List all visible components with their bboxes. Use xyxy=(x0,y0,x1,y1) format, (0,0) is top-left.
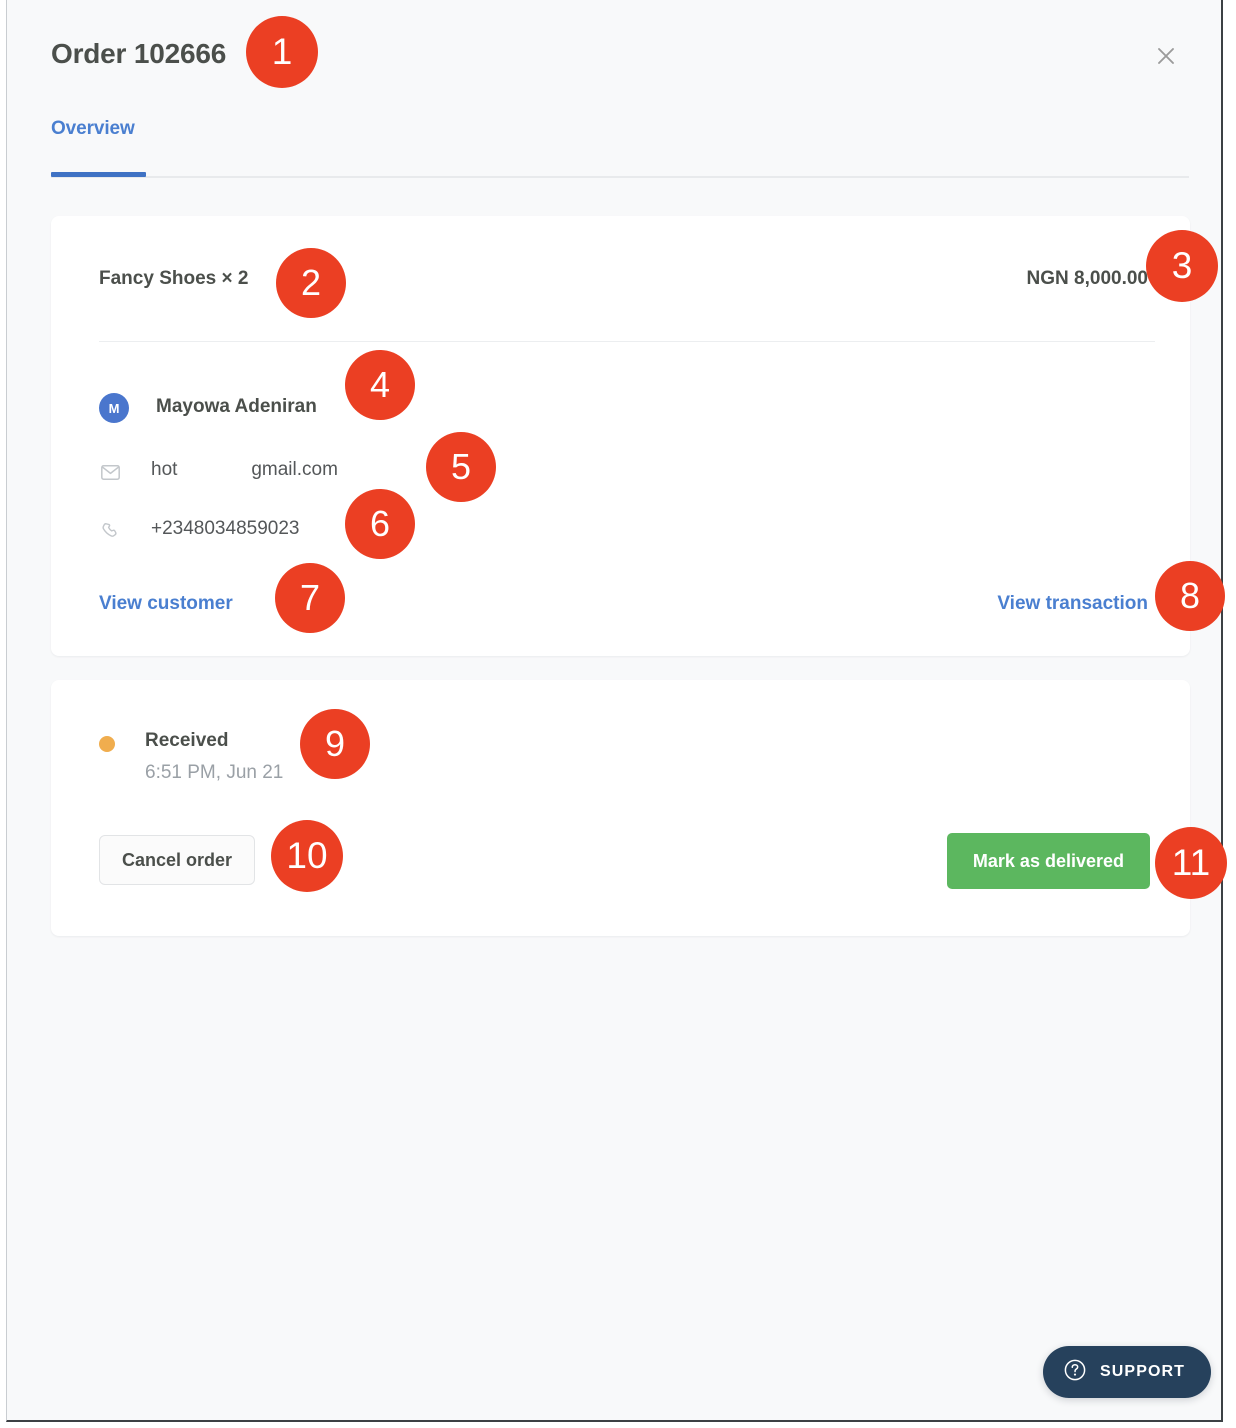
status-timestamp: 6:51 PM, Jun 21 xyxy=(145,762,284,783)
order-summary-card: Fancy Shoes × 2 NGN 8,000.00 M Mayowa Ad… xyxy=(51,216,1190,656)
phone-icon xyxy=(99,520,121,542)
order-status-card: Received 6:51 PM, Jun 21 Cancel order Ma… xyxy=(51,680,1190,936)
view-customer-link[interactable]: View customer xyxy=(99,593,233,615)
support-button[interactable]: SUPPORT xyxy=(1043,1346,1212,1398)
close-icon[interactable] xyxy=(1146,36,1186,76)
customer-phone: +2348034859023 xyxy=(151,518,300,539)
cancel-order-button[interactable]: Cancel order xyxy=(99,835,256,885)
support-label: SUPPORT xyxy=(1100,1363,1186,1380)
tab-overview[interactable]: Overview xyxy=(51,118,135,140)
mail-icon xyxy=(99,461,121,483)
product-row: Fancy Shoes × 2 NGN 8,000.00 xyxy=(51,216,1190,341)
tab-active-indicator xyxy=(51,172,146,177)
product-name: Fancy Shoes × 2 xyxy=(99,268,249,289)
product-amount: NGN 8,000.00 xyxy=(1026,268,1148,289)
status-badge xyxy=(99,736,115,752)
card-divider xyxy=(99,341,1155,342)
status-label: Received xyxy=(145,730,229,751)
customer-name: Mayowa Adeniran xyxy=(156,396,317,417)
tab-bar xyxy=(7,108,1221,180)
question-circle-icon xyxy=(1063,1358,1087,1387)
mark-as-delivered-button[interactable]: Mark as delivered xyxy=(946,833,1150,889)
view-transaction-link[interactable]: View transaction xyxy=(997,593,1148,615)
page-title: Order 102666 xyxy=(51,38,227,69)
avatar: M xyxy=(99,393,129,423)
order-detail-panel: Order 102666 Overview Fancy Shoes × 2 NG… xyxy=(6,0,1223,1422)
customer-email: hot gmail.com xyxy=(151,459,338,480)
tab-bar-rule xyxy=(51,176,1189,178)
panel-header: Order 102666 xyxy=(7,0,1221,108)
